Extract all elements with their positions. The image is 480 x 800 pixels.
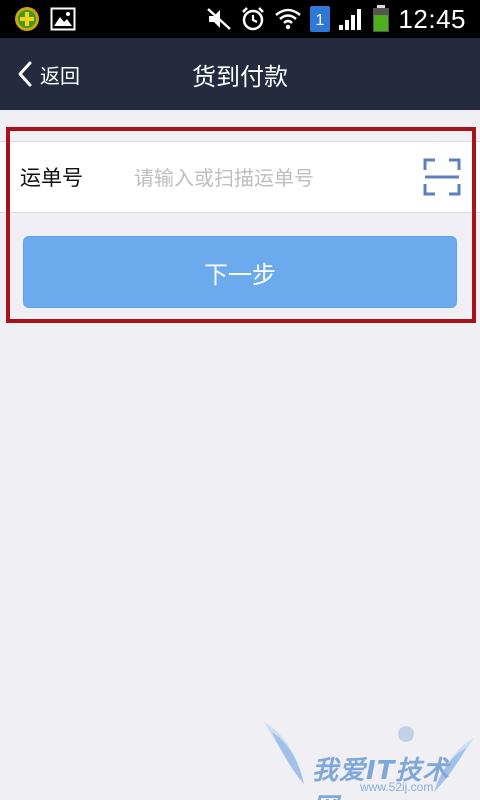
status-bar: 1 12:45 [0,0,480,38]
next-step-button[interactable]: 下一步 [23,236,457,308]
back-label: 返回 [40,63,80,88]
wings-logo [264,722,474,792]
watermark-url: www.52ij.com [360,780,434,794]
wifi-icon [274,7,302,31]
clock-time: 12:45 [398,3,466,34]
waybill-input[interactable] [134,158,404,198]
battery-icon [372,5,390,33]
sim-slot-number: 1 [316,12,325,29]
watermark: 我爱IT技术网 www.52ij.com [262,718,476,800]
scan-button[interactable] [423,158,461,196]
system-icons: 1 12:45 [206,4,480,35]
navigation-bar: 返回 货到付款 [0,38,480,110]
waybill-label: 运单号 [20,166,83,190]
sim-icon: 1 [310,6,331,32]
mute-icon [206,7,232,31]
image-notification-icon [50,7,76,31]
chevron-left-icon [16,60,34,88]
scan-icon [423,158,461,196]
notification-icons [0,6,76,32]
waybill-field-row: 运单号 [0,141,480,213]
back-button[interactable]: 返回 [16,38,80,110]
alarm-icon [240,6,266,32]
app-notification-icon [14,6,40,32]
signal-icon [338,7,364,31]
watermark-text: 我爱IT技术网 [312,756,450,800]
